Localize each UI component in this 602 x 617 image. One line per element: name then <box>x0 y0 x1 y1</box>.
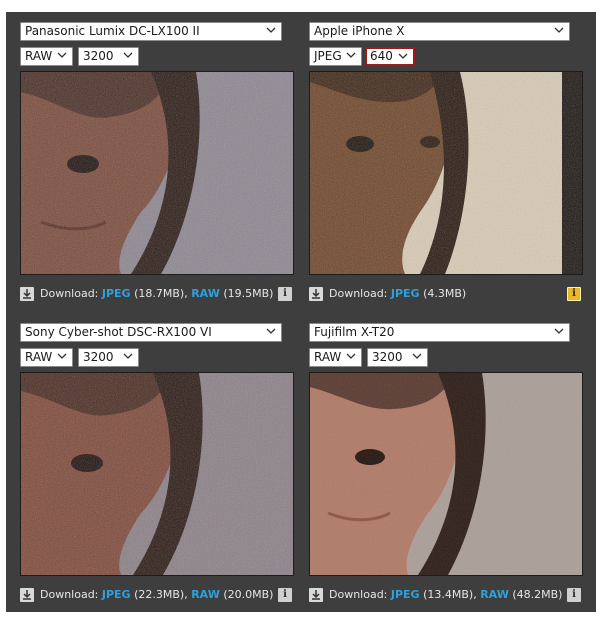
download-label: Download: <box>329 287 388 300</box>
chevron-down-icon <box>123 52 133 58</box>
panel-3: Sony Cyber-shot DSC-RX100 VI RAW 3200 Do… <box>20 323 295 613</box>
jpeg-size: (18.7MB), <box>134 287 188 300</box>
iso-select-value: 3200 <box>83 49 114 63</box>
format-select[interactable]: JPEG <box>309 47 362 66</box>
camera-select[interactable]: Apple iPhone X <box>309 22 570 41</box>
sample-image[interactable] <box>309 372 583 576</box>
download-label: Download: <box>40 287 99 300</box>
comparison-widget: Panasonic Lumix DC-LX100 II RAW 3200 Dow… <box>6 12 596 612</box>
raw-size: (19.5MB) <box>223 287 274 300</box>
format-select[interactable]: RAW <box>20 348 73 367</box>
download-text: Download: JPEG (4.3MB) <box>329 286 466 302</box>
info-icon[interactable]: i <box>278 287 292 301</box>
download-text: Download: JPEG (13.4MB), RAW (48.2MB) <box>329 587 562 603</box>
iso-select[interactable]: 3200 <box>78 47 139 66</box>
sample-image[interactable] <box>20 71 294 275</box>
sample-image[interactable] <box>309 71 583 275</box>
info-icon[interactable]: i <box>567 588 581 602</box>
jpeg-size: (4.3MB) <box>423 287 467 300</box>
camera-select-value: Apple iPhone X <box>314 24 405 38</box>
download-label: Download: <box>40 588 99 601</box>
info-warning-icon[interactable]: i <box>567 287 581 301</box>
camera-select[interactable]: Fujifilm X-T20 <box>309 323 570 342</box>
download-text: Download: JPEG (22.3MB), RAW (20.0MB) <box>40 587 273 603</box>
format-select-value: JPEG <box>314 49 342 63</box>
format-select[interactable]: RAW <box>309 348 362 367</box>
jpeg-size: (22.3MB), <box>134 588 188 601</box>
chevron-down-icon <box>412 353 422 359</box>
sample-image[interactable] <box>20 372 294 576</box>
format-select[interactable]: RAW <box>20 47 73 66</box>
jpeg-download-link[interactable]: JPEG <box>391 287 420 300</box>
raw-download-link[interactable]: RAW <box>480 588 509 601</box>
iso-select[interactable]: 3200 <box>78 348 139 367</box>
camera-select-value: Fujifilm X-T20 <box>314 325 395 339</box>
iso-select[interactable]: 3200 <box>367 348 428 367</box>
camera-select[interactable]: Sony Cyber-shot DSC-RX100 VI <box>20 323 282 342</box>
jpeg-size: (13.4MB), <box>423 588 477 601</box>
download-icon[interactable] <box>309 588 323 602</box>
raw-size: (20.0MB) <box>223 588 274 601</box>
format-select-value: RAW <box>25 350 53 364</box>
download-row: Download: JPEG (18.7MB), RAW (19.5MB) i <box>20 286 292 302</box>
panel-4: Fujifilm X-T20 RAW 3200 Download: JPEG (… <box>309 323 584 613</box>
download-row: Download: JPEG (22.3MB), RAW (20.0MB) i <box>20 587 292 603</box>
camera-select-value: Panasonic Lumix DC-LX100 II <box>25 24 200 38</box>
iso-select-value: 3200 <box>83 350 114 364</box>
download-icon[interactable] <box>20 287 34 301</box>
chevron-down-icon <box>554 27 564 33</box>
chevron-down-icon <box>57 353 67 359</box>
iso-select[interactable]: 640 <box>365 47 415 66</box>
panel-1: Panasonic Lumix DC-LX100 II RAW 3200 Dow… <box>20 22 295 312</box>
download-icon[interactable] <box>309 287 323 301</box>
camera-select-value: Sony Cyber-shot DSC-RX100 VI <box>25 325 212 339</box>
iso-select-value: 3200 <box>372 350 403 364</box>
chevron-down-icon <box>57 52 67 58</box>
info-icon[interactable]: i <box>278 588 292 602</box>
panel-2: Apple iPhone X JPEG 640 Download: JPEG (… <box>309 22 584 312</box>
raw-download-link[interactable]: RAW <box>191 588 220 601</box>
format-select-value: RAW <box>314 350 342 364</box>
jpeg-download-link[interactable]: JPEG <box>102 588 131 601</box>
download-row: Download: JPEG (13.4MB), RAW (48.2MB) i <box>309 587 581 603</box>
chevron-down-icon <box>346 353 356 359</box>
jpeg-download-link[interactable]: JPEG <box>391 588 420 601</box>
jpeg-download-link[interactable]: JPEG <box>102 287 131 300</box>
download-text: Download: JPEG (18.7MB), RAW (19.5MB) <box>40 286 273 302</box>
download-label: Download: <box>329 588 388 601</box>
chevron-down-icon <box>554 328 564 334</box>
download-icon[interactable] <box>20 588 34 602</box>
iso-select-value: 640 <box>370 49 393 63</box>
raw-download-link[interactable]: RAW <box>191 287 220 300</box>
camera-select[interactable]: Panasonic Lumix DC-LX100 II <box>20 22 282 41</box>
chevron-down-icon <box>398 53 408 59</box>
format-select-value: RAW <box>25 49 53 63</box>
chevron-down-icon <box>266 27 276 33</box>
chevron-down-icon <box>346 52 356 58</box>
download-row: Download: JPEG (4.3MB) i <box>309 286 581 302</box>
raw-size: (48.2MB) <box>512 588 563 601</box>
chevron-down-icon <box>123 353 133 359</box>
chevron-down-icon <box>266 328 276 334</box>
